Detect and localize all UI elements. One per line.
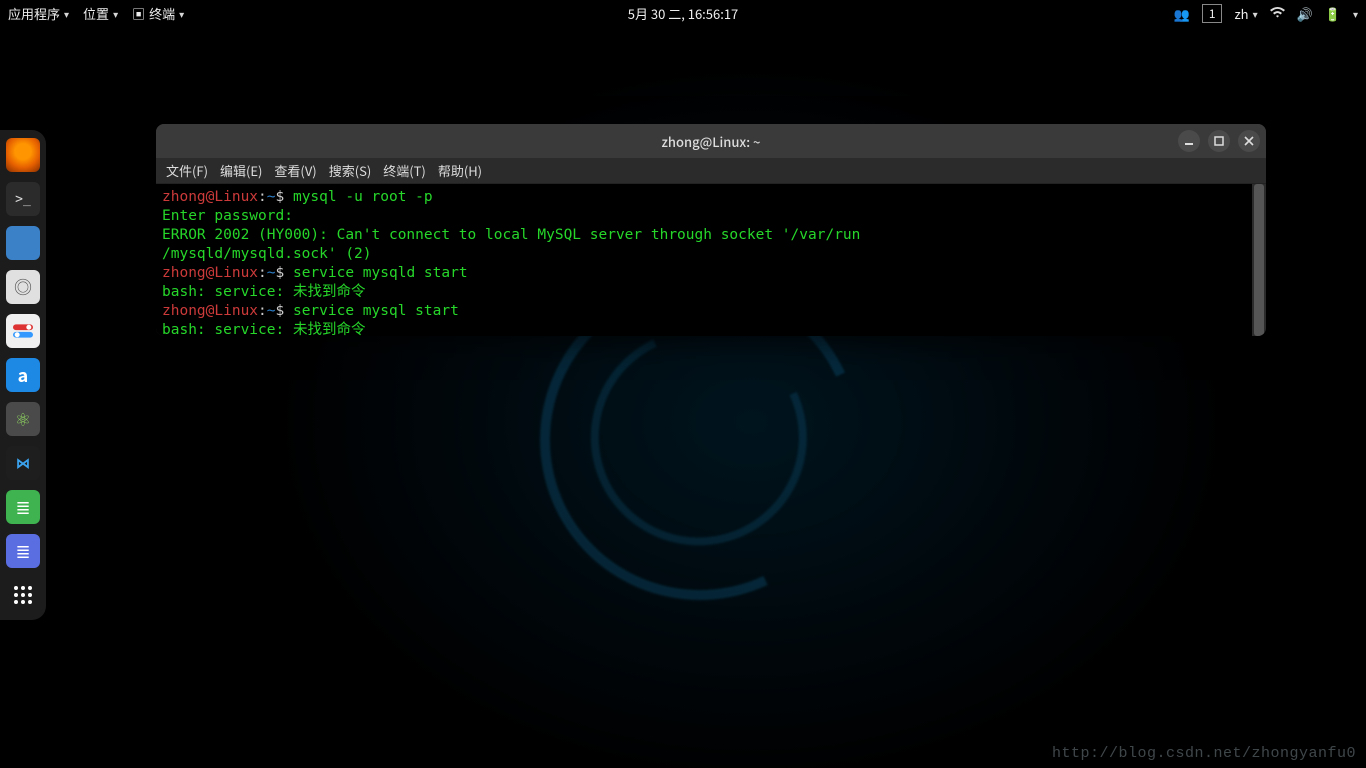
dock-item-wps-presentation[interactable]: ≣ xyxy=(6,534,40,568)
chevron-down-icon: ▾ xyxy=(64,6,69,21)
chevron-down-icon: ▾ xyxy=(1253,6,1258,21)
terminal-line: ERROR 2002 (HY000): Can't connect to loc… xyxy=(162,226,1260,245)
active-window-indicator[interactable]: ▣ 终端 ▾ xyxy=(132,4,184,23)
dock-item-software[interactable]: a xyxy=(6,358,40,392)
watermark: http://blog.csdn.net/zhongyanfu0 xyxy=(1052,745,1356,762)
close-icon xyxy=(1244,136,1254,146)
input-method-label: zh xyxy=(1234,4,1248,23)
active-window-label: 终端 xyxy=(149,4,175,23)
dock-item-tweaks[interactable] xyxy=(6,314,40,348)
chevron-down-icon: ▾ xyxy=(1353,6,1358,21)
dock-item-wps-writer[interactable]: ≣ xyxy=(6,490,40,524)
places-menu-label: 位置 xyxy=(83,4,109,23)
command-text: mysql -u root -p xyxy=(293,189,433,205)
dock-item-vscode[interactable]: ⋈ xyxy=(6,446,40,480)
places-menu[interactable]: 位置 ▾ xyxy=(83,4,118,23)
menu-file[interactable]: 文件(F) xyxy=(166,161,208,180)
output-text: Enter password: xyxy=(162,208,302,224)
prompt-user: zhong@Linux xyxy=(162,265,258,281)
command-text: service mysql start xyxy=(293,303,459,319)
output-text: bash: service: 未找到命令 xyxy=(162,322,365,336)
maximize-button[interactable] xyxy=(1208,130,1230,152)
apps-grid-icon xyxy=(13,585,33,605)
menu-terminal[interactable]: 终端(T) xyxy=(383,161,426,180)
accessibility-icon[interactable]: 👥 xyxy=(1174,4,1190,23)
terminal-line: bash: service: 未找到命令 xyxy=(162,321,1260,336)
prompt-sign: $ xyxy=(276,303,293,319)
dock-item-terminal[interactable]: >_ xyxy=(6,182,40,216)
prompt-path: ~ xyxy=(267,303,276,319)
prompt-path: ~ xyxy=(267,189,276,205)
menu-view[interactable]: 查看(V) xyxy=(274,161,316,180)
dock-item-firefox[interactable] xyxy=(6,138,40,172)
terminal-line: zhong@Linux:~$ service mysql start xyxy=(162,302,1260,321)
output-text: bash: service: 未找到命令 xyxy=(162,284,365,300)
terminal-menubar: 文件(F) 编辑(E) 查看(V) 搜索(S) 终端(T) 帮助(H) xyxy=(156,158,1266,184)
prompt-path: ~ xyxy=(267,265,276,281)
network-icon[interactable] xyxy=(1270,4,1285,23)
scrollbar[interactable] xyxy=(1252,184,1266,336)
battery-icon[interactable]: 🔋 xyxy=(1325,4,1341,23)
menu-help[interactable]: 帮助(H) xyxy=(438,161,482,180)
terminal-window: zhong@Linux: ~ 文件(F) 编辑(E) 查看(V) 搜索(S) 终… xyxy=(156,124,1266,336)
terminal-line: zhong@Linux:~$ mysql -u root -p xyxy=(162,188,1260,207)
terminal-line: Enter password: xyxy=(162,207,1260,226)
terminal-line: bash: service: 未找到命令 xyxy=(162,283,1260,302)
minimize-button[interactable] xyxy=(1178,130,1200,152)
top-panel: 应用程序 ▾ 位置 ▾ ▣ 终端 ▾ 5月 30 二, 16:56:17 👥 1… xyxy=(0,0,1366,26)
maximize-icon xyxy=(1214,136,1224,146)
workspace-indicator[interactable]: 1 xyxy=(1202,4,1223,23)
clock[interactable]: 5月 30 二, 16:56:17 xyxy=(628,4,739,23)
terminal-titlebar[interactable]: zhong@Linux: ~ xyxy=(156,124,1266,158)
minimize-icon xyxy=(1184,136,1194,146)
terminal-title: zhong@Linux: ~ xyxy=(662,132,761,151)
wifi-icon xyxy=(1270,7,1285,19)
terminal-line: zhong@Linux:~$ service mysqld start xyxy=(162,264,1260,283)
applications-menu[interactable]: 应用程序 ▾ xyxy=(8,4,69,23)
dock-item-settings[interactable]: ◎ xyxy=(6,270,40,304)
dock: >_ ◎ a ⚛ ⋈ ≣ ≣ xyxy=(0,130,46,620)
volume-icon[interactable]: 🔊 xyxy=(1297,4,1313,23)
toggle-icon xyxy=(13,324,33,338)
close-button[interactable] xyxy=(1238,130,1260,152)
dock-item-atom[interactable]: ⚛ xyxy=(6,402,40,436)
chevron-down-icon: ▾ xyxy=(113,6,118,21)
terminal-line: /mysqld/mysqld.sock' (2) xyxy=(162,245,1260,264)
dock-item-show-apps[interactable] xyxy=(6,578,40,612)
prompt-sign: $ xyxy=(276,265,293,281)
dock-item-files[interactable] xyxy=(6,226,40,260)
command-text: service mysqld start xyxy=(293,265,468,281)
menu-edit[interactable]: 编辑(E) xyxy=(220,161,262,180)
terminal-icon: ▣ xyxy=(132,4,145,23)
applications-menu-label: 应用程序 xyxy=(8,4,60,23)
prompt-user: zhong@Linux xyxy=(162,189,258,205)
chevron-down-icon: ▾ xyxy=(179,6,184,21)
output-text: /mysqld/mysqld.sock' (2) xyxy=(162,246,372,262)
menu-search[interactable]: 搜索(S) xyxy=(329,161,372,180)
terminal-body[interactable]: zhong@Linux:~$ mysql -u root -pEnter pas… xyxy=(156,184,1266,336)
prompt-sign: $ xyxy=(276,189,293,205)
input-method-menu[interactable]: zh ▾ xyxy=(1234,4,1257,23)
output-text: ERROR 2002 (HY000): Can't connect to loc… xyxy=(162,227,860,243)
prompt-user: zhong@Linux xyxy=(162,303,258,319)
